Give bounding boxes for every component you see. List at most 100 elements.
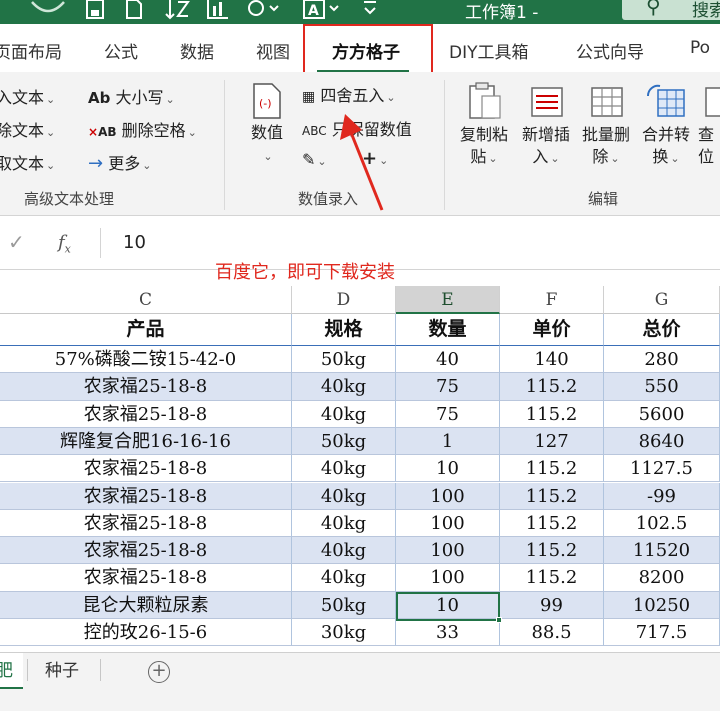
numeric-button[interactable]: (-) 数值 ⌄: [244, 82, 290, 168]
cell-total[interactable]: 8200: [604, 564, 720, 592]
batch-delete-button[interactable]: 批量删除 ⌄: [576, 82, 636, 170]
merge-convert-button[interactable]: 合并转换 ⌄: [636, 82, 696, 170]
cell-quantity[interactable]: 100: [396, 564, 500, 592]
cell-quantity[interactable]: 75: [396, 400, 500, 428]
delete-text-button[interactable]: 除文本 ⌄: [0, 117, 55, 141]
cell-product[interactable]: 控的玫26-15-6: [0, 619, 292, 647]
cell-product[interactable]: 农家福25-18-8: [0, 537, 292, 565]
cell-spec[interactable]: 50kg: [292, 346, 396, 374]
cell-spec[interactable]: 30kg: [292, 619, 396, 647]
cell-spec[interactable]: 40kg: [292, 482, 396, 510]
cell-spec[interactable]: 40kg: [292, 373, 396, 401]
cell-unit-price[interactable]: 115.2: [500, 482, 604, 510]
cell-quantity[interactable]: 1: [396, 427, 500, 456]
tab-formulas[interactable]: 公式: [104, 38, 138, 63]
cell-spec[interactable]: 40kg: [292, 564, 396, 592]
sort-icon[interactable]: [164, 0, 190, 23]
header-cell-unit-price[interactable]: 单价: [500, 314, 604, 346]
tab-view[interactable]: 视图: [256, 38, 290, 63]
formula-input[interactable]: 10: [100, 228, 720, 258]
text-format-icon[interactable]: A: [302, 0, 342, 23]
cell-unit-price[interactable]: 115.2: [500, 400, 604, 428]
confirm-check-icon[interactable]: ✓: [8, 230, 25, 254]
cell-product[interactable]: 农家福25-18-8: [0, 455, 292, 483]
cell-spec[interactable]: 40kg: [292, 455, 396, 483]
tab-power[interactable]: Po: [690, 38, 710, 58]
cell-quantity[interactable]: 100: [396, 509, 500, 538]
cell-product[interactable]: 农家福25-18-8: [0, 482, 292, 510]
more-button[interactable]: → 更多 ⌄: [88, 150, 151, 174]
cell-total[interactable]: 550: [604, 373, 720, 401]
extract-text-button[interactable]: 取文本 ⌄: [0, 150, 55, 174]
cell-quantity[interactable]: 100: [396, 537, 500, 565]
cell-unit-price[interactable]: 99: [500, 591, 604, 619]
search-box[interactable]: ⚲ 搜索: [622, 0, 720, 21]
cell-spec[interactable]: 40kg: [292, 537, 396, 565]
fill-handle[interactable]: [496, 617, 502, 623]
cell-total[interactable]: -99: [604, 482, 720, 510]
cell-spec[interactable]: 40kg: [292, 400, 396, 428]
header-cell-total[interactable]: 总价: [604, 314, 720, 346]
cell-product[interactable]: 农家福25-18-8: [0, 564, 292, 592]
add-sheet-plus-icon[interactable]: +: [148, 661, 170, 683]
cell-product[interactable]: 57%磷酸二铵15-42-0: [0, 346, 292, 374]
cell-spec[interactable]: 50kg: [292, 427, 396, 456]
customize-quick-access-icon[interactable]: [362, 0, 378, 23]
function-fx-icon[interactable]: fx: [58, 232, 71, 256]
column-header-d[interactable]: D: [292, 286, 396, 314]
tab-page-layout[interactable]: 页面布局: [0, 38, 62, 63]
cell-product[interactable]: 昆仑大颗粒尿素: [0, 591, 292, 619]
cell-total[interactable]: 717.5: [604, 619, 720, 647]
tab-data[interactable]: 数据: [180, 38, 214, 63]
cell-unit-price[interactable]: 115.2: [500, 455, 604, 483]
undo-icon[interactable]: [28, 0, 68, 21]
save-icon[interactable]: [84, 0, 106, 23]
keep-numeric-button[interactable]: ABC 只保留数值: [302, 116, 412, 140]
tab-diy-toolbox[interactable]: DIY工具箱: [449, 38, 529, 63]
new-document-icon[interactable]: [124, 0, 144, 23]
insert-button[interactable]: 新增插入 ⌄: [516, 82, 576, 170]
header-cell-product[interactable]: 产品: [0, 314, 292, 346]
insert-text-button[interactable]: 入文本 ⌄: [0, 84, 55, 108]
cell-quantity[interactable]: 100: [396, 482, 500, 510]
sheet-tab-seeds[interactable]: 种子: [45, 653, 79, 689]
case-button[interactable]: Ab 大小写 ⌄: [88, 84, 175, 108]
cell-total[interactable]: 5600: [604, 400, 720, 428]
cell-unit-price[interactable]: 115.2: [500, 509, 604, 538]
cell-unit-price[interactable]: 115.2: [500, 537, 604, 565]
cell-unit-price[interactable]: 140: [500, 346, 604, 374]
cell-spec[interactable]: 50kg: [292, 591, 396, 619]
column-header-e[interactable]: E: [396, 286, 500, 314]
cell-product[interactable]: 农家福25-18-8: [0, 509, 292, 538]
cell-product[interactable]: 辉隆复合肥16-16-16: [0, 427, 292, 456]
tab-formula-wizard[interactable]: 公式向导: [576, 38, 644, 63]
cell-quantity[interactable]: 40: [396, 346, 500, 374]
copy-paste-button[interactable]: 复制粘贴 ⌄: [454, 82, 514, 170]
cell-quantity[interactable]: 10: [396, 455, 500, 483]
lookup-button[interactable]: 查位: [698, 82, 720, 168]
cell-unit-price[interactable]: 115.2: [500, 564, 604, 592]
column-header-c[interactable]: C: [0, 286, 292, 314]
cell-total[interactable]: 11520: [604, 537, 720, 565]
column-header-f[interactable]: F: [500, 286, 604, 314]
column-header-g[interactable]: G: [604, 286, 720, 314]
cell-total[interactable]: 102.5: [604, 509, 720, 538]
cell-unit-price[interactable]: 88.5: [500, 619, 604, 647]
sheet-tab-fertilizer[interactable]: 肥: [0, 653, 23, 689]
insert-symbol-button[interactable]: + ⌄: [362, 148, 388, 169]
chart-icon[interactable]: [206, 0, 230, 23]
cell-quantity[interactable]: 75: [396, 373, 500, 401]
entry-tools-button[interactable]: ✎ ⌄: [302, 150, 327, 169]
cell-total[interactable]: 1127.5: [604, 455, 720, 483]
shapes-icon[interactable]: [244, 0, 280, 23]
cell-quantity[interactable]: 33: [396, 619, 500, 647]
round-button[interactable]: ▦ 四舍五入 ⌄: [302, 82, 396, 106]
cell-total[interactable]: 10250: [604, 591, 720, 619]
cell-total[interactable]: 280: [604, 346, 720, 374]
remove-space-button[interactable]: ×AB 删除空格 ⌄: [88, 117, 197, 141]
cell-unit-price[interactable]: 127: [500, 427, 604, 456]
cell-unit-price[interactable]: 115.2: [500, 373, 604, 401]
header-cell-spec[interactable]: 规格: [292, 314, 396, 346]
header-cell-quantity[interactable]: 数量: [396, 314, 500, 346]
cell-spec[interactable]: 40kg: [292, 509, 396, 538]
